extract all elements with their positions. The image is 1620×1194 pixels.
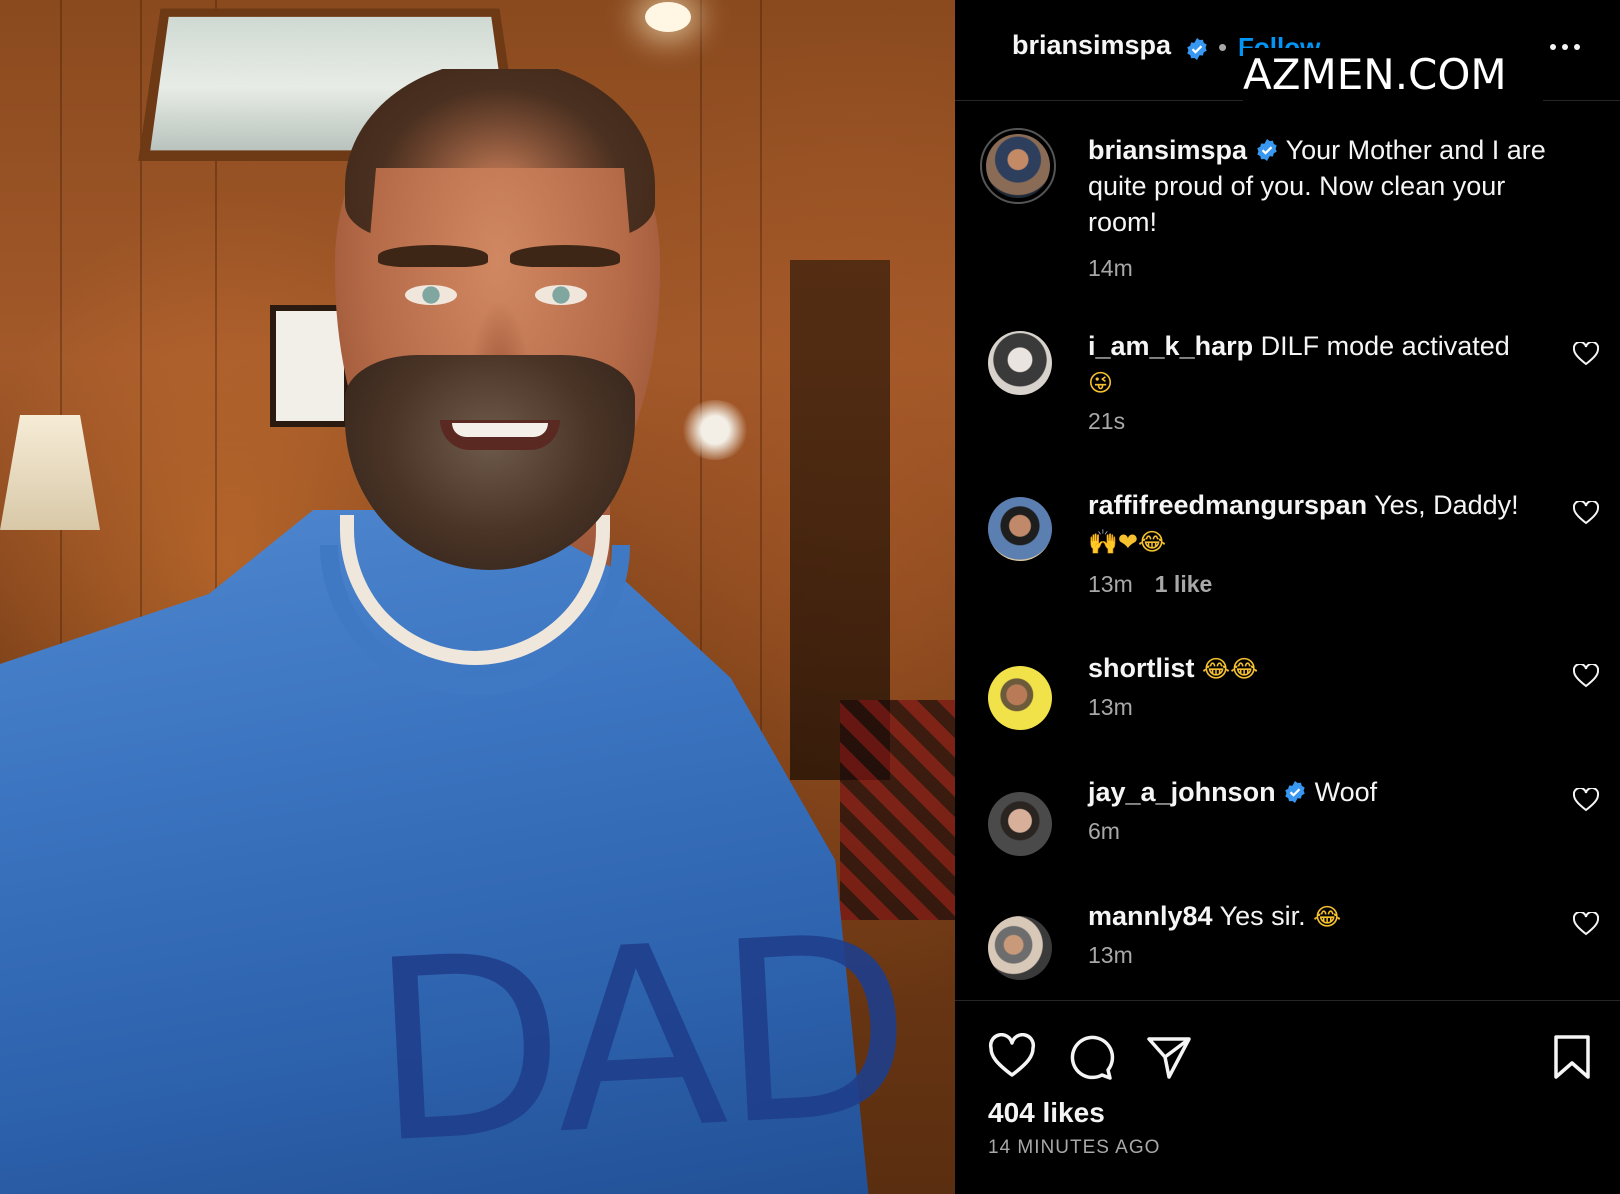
left-eye [405,285,457,305]
comment-meta: 6m [1088,818,1120,845]
comment-like-icon[interactable] [1572,499,1600,525]
comment-text: Yes, Daddy! [1374,490,1519,520]
avatar[interactable] [988,916,1052,980]
caption: briansimspa Your Mother and I are quite … [1088,132,1568,240]
caption-avatar[interactable] [980,128,1056,204]
post-photo[interactable]: DAD [0,0,955,1194]
comment-timestamp: 21s [1088,408,1126,434]
comment-username[interactable]: i_am_k_harp [1088,331,1253,361]
header-username[interactable]: briansimspa [1012,30,1171,61]
comment-emoji: 🙌❤😂 [1088,528,1167,556]
comment-timestamp: 6m [1088,818,1120,844]
comment-timestamp: 13m [1088,694,1133,720]
person: DAD [0,0,955,1194]
avatar[interactable] [988,792,1052,856]
comment-meta: 13m [1088,694,1133,721]
avatar[interactable] [988,331,1052,395]
comment-like-icon[interactable] [1572,340,1600,366]
comment-text: Woof [1314,777,1378,807]
comment-text: Yes sir. [1219,901,1306,931]
comment-like-icon[interactable] [1572,662,1600,688]
likes-count[interactable]: 404 likes [988,1097,1105,1129]
comment-username[interactable]: raffifreedmangurspan [1088,490,1367,520]
heart-icon[interactable] [988,1033,1036,1081]
post-actions: 404 likes 14 MINUTES AGO [955,1000,1620,1194]
comment-like-icon[interactable] [1572,786,1600,812]
right-eye [535,285,587,305]
separator-dot: • [1218,32,1228,62]
verified-badge-icon [1255,135,1279,165]
bookmark-icon[interactable] [1548,1033,1596,1081]
caption-username[interactable]: briansimspa [1088,135,1247,165]
verified-badge-icon [1185,37,1209,63]
post-timestamp: 14 MINUTES AGO [988,1137,1161,1158]
comment-meta: 21s [1088,408,1125,435]
avatar[interactable] [988,666,1052,730]
comment-meta: 13m 1 like [1088,571,1212,598]
more-options-icon[interactable] [1550,44,1590,54]
comment-timestamp: 13m [1088,571,1133,597]
comment-username[interactable]: mannly84 [1088,901,1213,931]
avatar[interactable] [988,497,1052,561]
right-eyebrow [510,245,620,267]
comment-likes-button[interactable]: 1 like [1155,571,1213,597]
watermark: AZMEN.COM [1243,48,1543,102]
caption-timestamp: 14m [1088,255,1133,281]
comment-emoji: 😂 [1313,903,1342,931]
comment-emoji: 😜 [1088,369,1114,397]
post-sidebar: briansimspa • Follow AZMEN.COM briansims… [955,0,1620,1194]
comment-meta: 13m [1088,942,1133,969]
left-eyebrow [378,245,488,267]
share-icon[interactable] [1145,1033,1193,1081]
comment-timestamp: 13m [1088,942,1133,968]
comment-username[interactable]: shortlist [1088,653,1195,683]
comment-text: DILF mode activated [1260,331,1510,361]
comment-icon[interactable] [1067,1033,1115,1081]
verified-badge-icon [1283,777,1307,807]
teeth [452,423,548,437]
comment-like-icon[interactable] [1572,910,1600,936]
comment-username[interactable]: jay_a_johnson [1088,777,1276,807]
post-header: briansimspa • Follow AZMEN.COM [955,0,1620,102]
comment-emoji: 😂😂 [1202,655,1259,683]
sweater-lettering: DAD [364,880,913,1194]
